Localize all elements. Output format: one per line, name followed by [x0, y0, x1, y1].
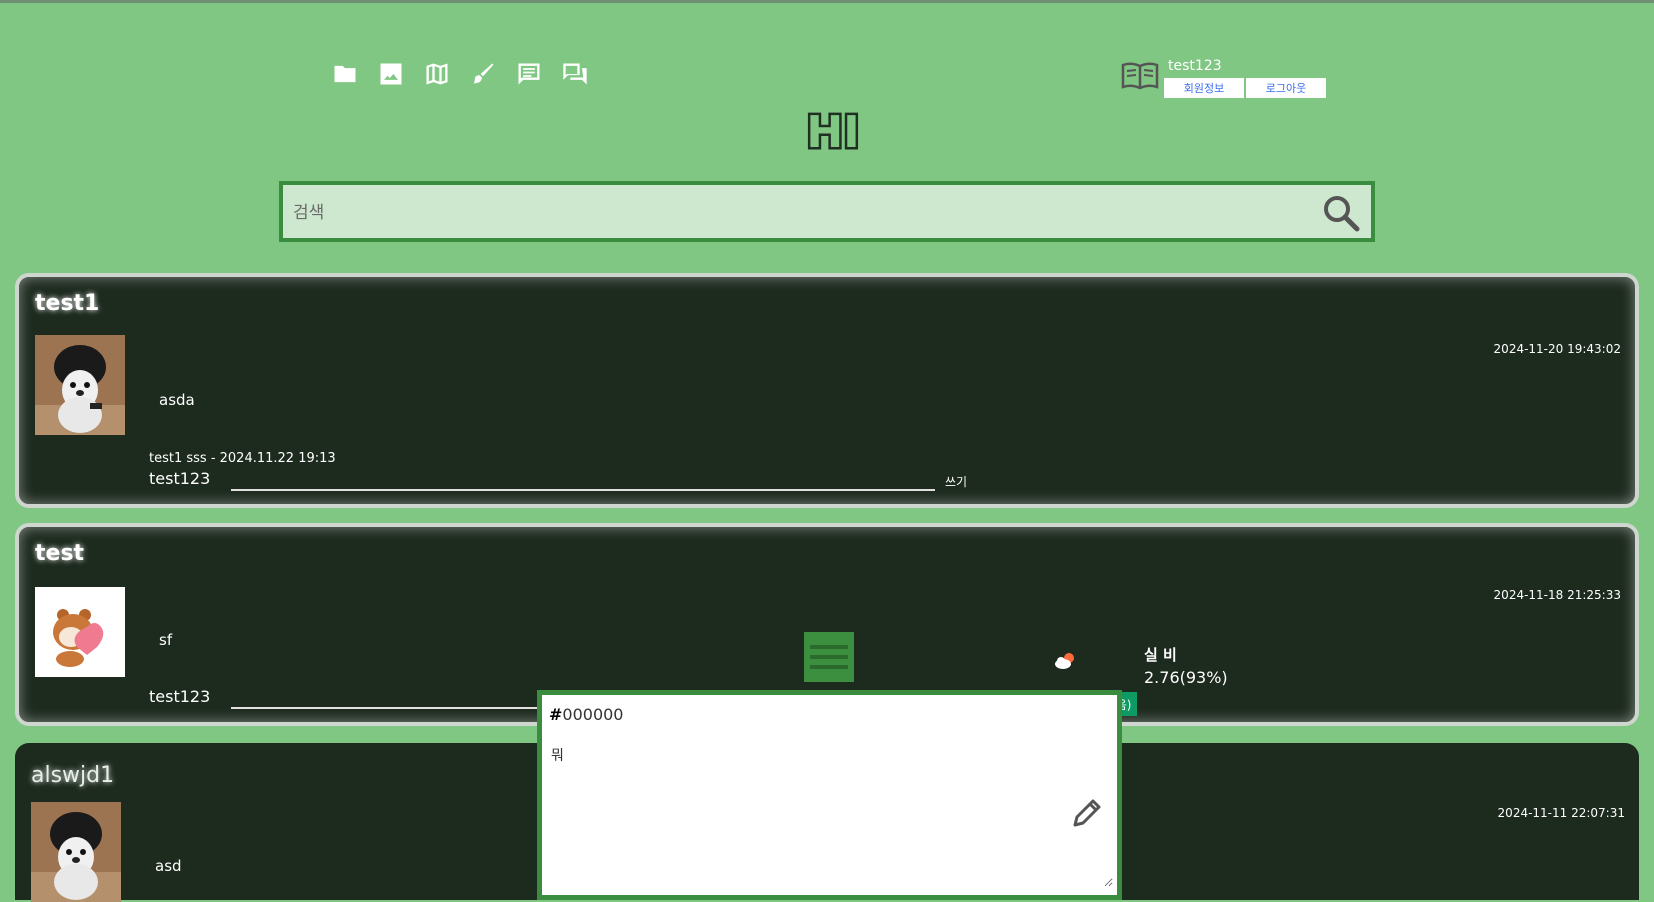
memo-popup: #000000 뭐 — [537, 690, 1122, 900]
weather-rain: 2.76(93%) — [1144, 668, 1228, 687]
folder-icon[interactable] — [331, 60, 359, 88]
post-author: alswjd1 — [31, 763, 115, 788]
nav-icon-bar — [331, 60, 589, 88]
comment-text: test1 sss - 2024.11.22 19:13 — [149, 451, 336, 466]
post-text: asd — [155, 857, 182, 875]
chat-icon[interactable] — [561, 60, 589, 88]
brush-icon[interactable] — [469, 60, 497, 88]
search-icon[interactable] — [1321, 193, 1361, 233]
post-date: 2024-11-20 19:43:02 — [1493, 342, 1621, 356]
comment-input[interactable] — [231, 469, 935, 491]
open-book-icon — [1121, 62, 1159, 90]
post-text: sf — [159, 631, 173, 649]
comment-user: test123 — [149, 687, 211, 706]
message-icon[interactable] — [515, 60, 543, 88]
pencil-icon[interactable] — [1069, 795, 1105, 831]
post-image[interactable] — [35, 587, 125, 687]
logo[interactable]: HI — [805, 105, 861, 155]
post-author: test1 — [35, 291, 100, 316]
menu-button[interactable] — [804, 632, 854, 682]
menu-bar — [810, 655, 848, 659]
comment-input[interactable] — [231, 687, 555, 709]
search-input[interactable] — [291, 185, 1285, 240]
post-card: test1 2024-11-20 19:43:02 asda test1 sss… — [15, 273, 1639, 508]
user-name: test123 — [1168, 58, 1222, 74]
menu-bar — [810, 645, 848, 649]
post-text: asda — [159, 391, 195, 409]
member-info-button[interactable]: 회원정보 — [1164, 78, 1244, 98]
post-author: test — [35, 541, 85, 566]
menu-bar — [810, 665, 848, 669]
write-comment-button[interactable]: 쓰기 — [945, 473, 967, 490]
map-icon[interactable] — [423, 60, 451, 88]
color-prefix: # — [549, 705, 563, 724]
comment-user: test123 — [149, 469, 211, 488]
post-image[interactable] — [35, 335, 125, 435]
post-date: 2024-11-11 22:07:31 — [1497, 806, 1625, 820]
logout-button[interactable]: 로그아웃 — [1246, 78, 1326, 98]
post-date: 2024-11-18 21:25:33 — [1493, 588, 1621, 602]
top-border — [0, 0, 1654, 3]
logo-text: HI — [806, 107, 859, 155]
user-actions: 회원정보 로그아웃 — [1164, 78, 1326, 98]
memo-textarea[interactable]: 뭐 — [549, 743, 1113, 887]
color-code[interactable]: #000000 — [549, 705, 623, 724]
search-bar — [279, 181, 1375, 242]
post-image[interactable] — [31, 802, 121, 902]
image-icon[interactable] — [377, 60, 405, 88]
cloud-sun-icon — [1055, 653, 1074, 669]
weather-description: 실 비 — [1144, 646, 1177, 664]
color-value: 000000 — [562, 705, 624, 724]
